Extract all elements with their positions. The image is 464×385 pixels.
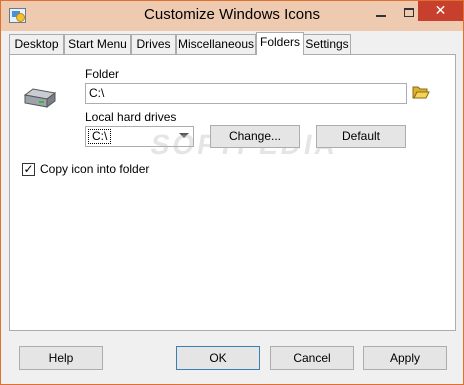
tab-miscellaneous[interactable]: Miscellaneous <box>176 34 256 54</box>
close-icon: ✕ <box>434 2 447 18</box>
minimize-button[interactable] <box>368 2 394 23</box>
minimize-icon <box>376 15 386 17</box>
tab-start-menu[interactable]: Start Menu <box>64 34 131 54</box>
drive-select-value: C:\ <box>88 129 112 144</box>
copy-icon-label[interactable]: Copy icon into folder <box>40 162 149 176</box>
local-drives-label: Local hard drives <box>85 110 177 124</box>
tab-folders[interactable]: Folders <box>256 32 304 55</box>
ok-button[interactable]: OK <box>176 346 260 370</box>
tab-desktop[interactable]: Desktop <box>9 34 64 54</box>
folder-label: Folder <box>85 67 120 81</box>
maximize-icon <box>404 8 414 17</box>
tab-drives[interactable]: Drives <box>131 34 176 54</box>
title-bar: Customize Windows Icons ✕ <box>1 1 463 31</box>
close-button[interactable]: ✕ <box>418 1 463 21</box>
change-button[interactable]: Change... <box>210 125 300 148</box>
copy-icon-checkbox[interactable]: ✓ <box>22 163 35 176</box>
tab-settings[interactable]: Settings <box>303 34 351 54</box>
main-window: Customize Windows Icons ✕ Desktop Start … <box>0 0 464 385</box>
apply-button[interactable]: Apply <box>363 346 447 370</box>
cancel-button[interactable]: Cancel <box>270 346 354 370</box>
folder-path-field[interactable]: C:\ <box>85 83 407 104</box>
checkmark-icon: ✓ <box>23 162 34 176</box>
hard-drive-icon <box>23 88 57 108</box>
open-folder-icon[interactable] <box>412 83 430 101</box>
default-button[interactable]: Default <box>316 125 406 148</box>
help-button[interactable]: Help <box>19 346 103 370</box>
